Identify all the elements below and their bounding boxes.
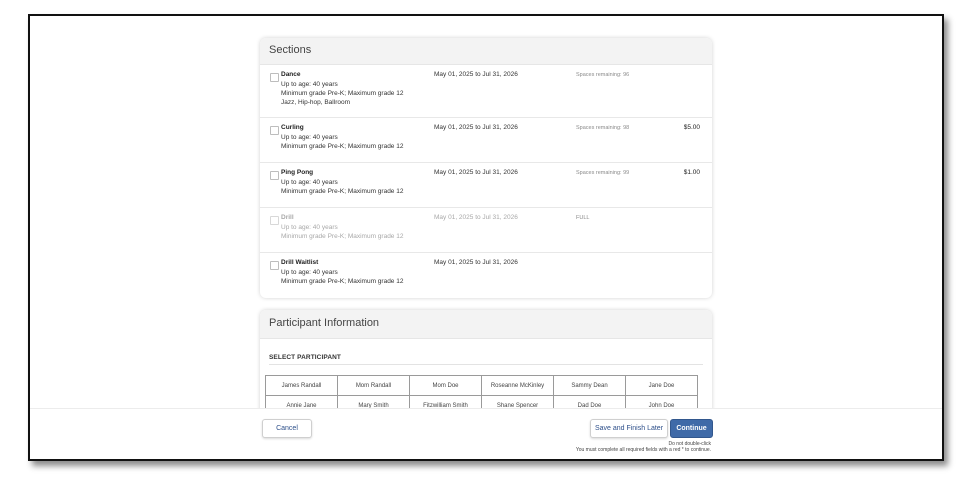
participant-card-header: Participant Information (260, 310, 712, 339)
section-row-drill: Drill Up to age: 40 years Minimum grade … (260, 207, 712, 252)
section-row-curling: Curling Up to age: 40 years Minimum grad… (260, 117, 712, 162)
section-spaces: Spaces remaining: 98 (576, 125, 630, 131)
section-dates: May 01, 2025 to Jul 31, 2026 (434, 259, 518, 266)
participant-option[interactable]: Mom Randall (337, 375, 410, 396)
participant-option[interactable]: James Randall (265, 375, 338, 396)
sections-title: Sections (269, 44, 312, 56)
participant-option[interactable]: Sammy Dean (553, 375, 626, 396)
section-name: Drill Waitlist (281, 259, 319, 266)
save-and-finish-later-button[interactable]: Save and Finish Later (590, 419, 668, 438)
section-row-drill-waitlist: Drill Waitlist Up to age: 40 years Minim… (260, 252, 712, 297)
section-price: $5.00 (683, 124, 700, 131)
page-content: Sections Dance Up to age: 40 years Minim… (30, 16, 942, 459)
footer-action-bar: Cancel Save and Finish Later Continue Do… (30, 408, 942, 459)
section-age: Up to age: 40 years (281, 179, 338, 186)
select-participant-label: SELECT PARTICIPANT (269, 354, 341, 361)
section-full-badge: FULL (576, 215, 590, 221)
section-price: $1.00 (683, 169, 700, 176)
cancel-button[interactable]: Cancel (262, 419, 312, 438)
section-grade: Minimum grade Pre-K; Maximum grade 12 (281, 233, 404, 240)
participant-option[interactable]: Roseanne McKinley (481, 375, 554, 396)
section-dates: May 01, 2025 to Jul 31, 2026 (434, 124, 518, 131)
section-name: Ping Pong (281, 169, 314, 176)
section-checkbox-drill-waitlist[interactable] (270, 261, 279, 270)
section-grade: Minimum grade Pre-K; Maximum grade 12 (281, 278, 404, 285)
section-spaces: Spaces remaining: 96 (576, 72, 630, 78)
section-grade: Minimum grade Pre-K; Maximum grade 12 (281, 90, 404, 97)
section-name: Curling (281, 124, 304, 131)
section-row-ping-pong: Ping Pong Up to age: 40 years Minimum gr… (260, 162, 712, 207)
participant-row: James Randall Mom Randall Mom Doe Rosean… (265, 375, 698, 396)
section-checkbox-ping-pong[interactable] (270, 171, 279, 180)
section-name: Drill (281, 214, 294, 221)
sections-card: Sections Dance Up to age: 40 years Minim… (260, 38, 712, 298)
section-age: Up to age: 40 years (281, 81, 338, 88)
participant-title: Participant Information (269, 317, 380, 329)
section-checkbox-drill (270, 216, 279, 225)
section-dates: May 01, 2025 to Jul 31, 2026 (434, 214, 518, 221)
section-grade: Minimum grade Pre-K; Maximum grade 12 (281, 188, 404, 195)
section-dates: May 01, 2025 to Jul 31, 2026 (434, 169, 518, 176)
section-description: Jazz, Hip-hop, Ballroom (281, 99, 350, 106)
section-age: Up to age: 40 years (281, 269, 338, 276)
app-window: Sections Dance Up to age: 40 years Minim… (28, 14, 944, 461)
section-row-dance: Dance Up to age: 40 years Minimum grade … (260, 65, 712, 113)
section-grade: Minimum grade Pre-K; Maximum grade 12 (281, 143, 404, 150)
section-spaces: Spaces remaining: 99 (576, 170, 630, 176)
section-age: Up to age: 40 years (281, 134, 338, 141)
section-checkbox-curling[interactable] (270, 126, 279, 135)
continue-button[interactable]: Continue (670, 419, 713, 438)
section-checkbox-dance[interactable] (270, 73, 279, 82)
required-fields-note: You must complete all required fields wi… (575, 447, 711, 453)
divider (269, 364, 703, 365)
section-age: Up to age: 40 years (281, 224, 338, 231)
participant-option[interactable]: Mom Doe (409, 375, 482, 396)
participant-option[interactable]: Jane Doe (625, 375, 698, 396)
section-dates: May 01, 2025 to Jul 31, 2026 (434, 71, 518, 78)
sections-card-header: Sections (260, 38, 712, 65)
section-name: Dance (281, 71, 301, 78)
